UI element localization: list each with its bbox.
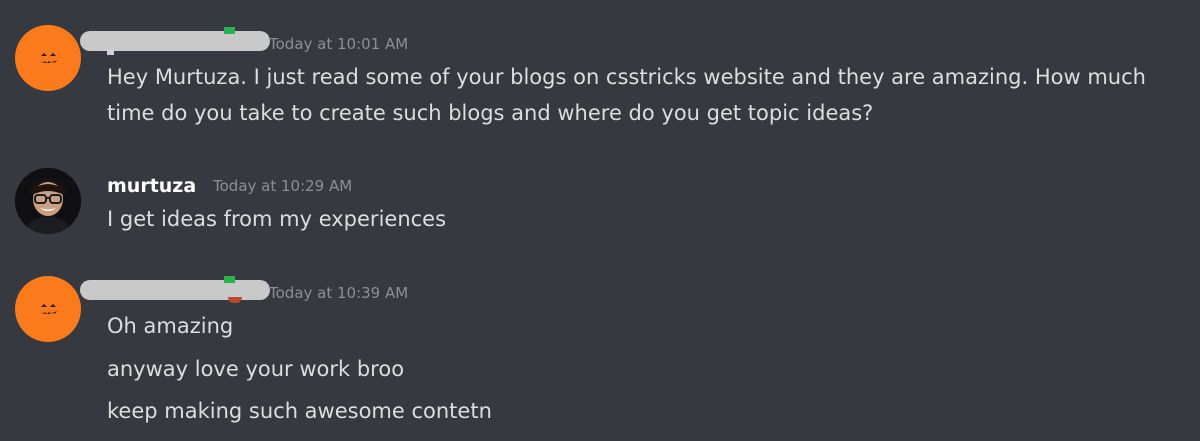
- role-badge-icon: [224, 276, 235, 283]
- timestamp: Today at 10:01 AM: [269, 35, 409, 53]
- user-avatar[interactable]: [15, 25, 81, 91]
- message-text: keep making such awesome contetn: [107, 399, 492, 423]
- user-avatar[interactable]: [15, 276, 81, 342]
- message-text: anyway love your work broo: [107, 357, 405, 381]
- role-badge-icon: [224, 27, 235, 34]
- username[interactable]: murtuza: [107, 173, 196, 199]
- user-avatar[interactable]: [15, 168, 81, 234]
- timestamp: Today at 10:29 AM: [213, 177, 353, 195]
- timestamp: Today at 10:39 AM: [269, 284, 409, 302]
- role-badge-icon: [228, 297, 242, 303]
- message-text: I get ideas from my experiences: [107, 207, 447, 231]
- message-text: Hey Murtuza. I just read some of your bl…: [107, 65, 1146, 125]
- message-text: Oh amazing: [107, 314, 234, 338]
- user-photo-icon: [15, 168, 81, 234]
- pumpkin-face-icon: [39, 304, 57, 314]
- chat-message-list: Today at 10:01 AM Hey Murtuza. I just re…: [0, 0, 1200, 441]
- pumpkin-face-icon: [39, 53, 57, 63]
- redacted-username: [80, 31, 270, 51]
- redacted-username-fragment: [107, 49, 114, 55]
